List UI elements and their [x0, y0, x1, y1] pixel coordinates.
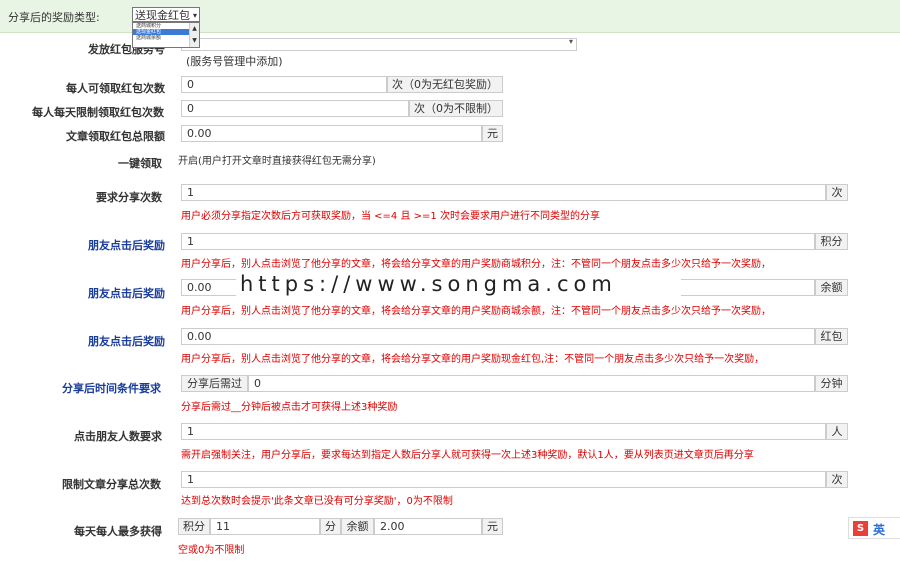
- dropdown-scrollbar[interactable]: ▲ ▼: [189, 23, 199, 47]
- per-day-unit: 次（0为不限制）: [409, 100, 503, 117]
- total-limit-unit: 元: [482, 125, 503, 142]
- click-redpack-hint: 用户分享后，别人点击浏览了他分享的文章，将会给分享文章的用户奖励现金红包,注：不…: [181, 354, 765, 365]
- watermark-text: https://www.songma.com: [240, 272, 617, 296]
- click-balance-hint: 用户分享后，别人点击浏览了他分享的文章，将会给分享文章的用户奖励商城余额，注：不…: [181, 306, 771, 317]
- share-times-unit: 次: [826, 184, 848, 201]
- time-cond-hint: 分享后需过__分钟后被点击才可获得上述3种奖励: [181, 402, 398, 413]
- daily-max-label: 每天每人最多获得: [74, 525, 162, 538]
- daily-max-points-input[interactable]: 11: [210, 518, 320, 535]
- chevron-down-icon: ▾: [568, 37, 573, 46]
- friend-count-input[interactable]: 1: [181, 423, 826, 440]
- click-redpack-input[interactable]: 0.00: [181, 328, 815, 345]
- share-total-label: 限制文章分享总次数: [62, 478, 161, 491]
- daily-max-points-unit: 分: [320, 518, 341, 535]
- click-balance-unit: 余额: [815, 279, 848, 296]
- share-times-input[interactable]: 1: [181, 184, 826, 201]
- reward-type-dropdown[interactable]: 送商城积分 送现金红包 送商城余额 ▲ ▼: [132, 22, 200, 48]
- click-points-label: 朋友点击后奖励: [88, 239, 165, 252]
- per-person-label: 每人可领取红包次数: [66, 82, 165, 95]
- chevron-down-icon: ▾: [192, 11, 197, 20]
- friend-count-unit: 人: [826, 423, 848, 440]
- ime-indicator[interactable]: S 英: [848, 517, 900, 539]
- share-times-hint: 用户必须分享指定次数后方可获取奖励，当 <=4 且 >=1 次时会要求用户进行不…: [181, 211, 600, 222]
- daily-max-balance-input[interactable]: 2.00: [374, 518, 482, 535]
- one-click-toggle[interactable]: 开启(用户打开文章时直接获得红包无需分享): [178, 152, 376, 167]
- time-cond-prefix: 分享后需过: [181, 375, 248, 392]
- click-balance-label: 朋友点击后奖励: [88, 287, 165, 300]
- one-click-label: 一键领取: [118, 157, 162, 170]
- share-total-hint: 达到总次数时会提示'此条文章已没有可分享奖励'，0为不限制: [181, 496, 453, 507]
- friend-count-label: 点击朋友人数要求: [74, 430, 162, 443]
- reward-type-select[interactable]: 送现金红包 ▾: [132, 7, 200, 22]
- ime-language: 英: [873, 523, 886, 537]
- daily-max-balance-unit: 元: [482, 518, 503, 535]
- daily-max-balance-label: 余额: [341, 518, 374, 535]
- time-cond-label: 分享后时间条件要求: [62, 382, 161, 395]
- click-points-input[interactable]: 1: [181, 233, 815, 250]
- time-cond-input[interactable]: 0: [248, 375, 815, 392]
- per-person-input[interactable]: 0: [181, 76, 387, 93]
- send-account-select[interactable]: ▾: [181, 37, 577, 51]
- send-account-note: (服务号管理中添加): [186, 55, 283, 68]
- total-limit-label: 文章领取红包总限额: [66, 130, 165, 143]
- friend-count-hint: 需开启强制关注，用户分享后，要求每达到指定人数后分享人就可获得一次上述3种奖励，…: [181, 450, 754, 461]
- reward-type-select-value: 送现金红包: [135, 9, 190, 22]
- daily-max-points-label: 积分: [178, 518, 210, 535]
- share-times-label: 要求分享次数: [96, 191, 162, 204]
- per-day-input[interactable]: 0: [181, 100, 409, 117]
- click-redpack-unit: 红包: [815, 328, 848, 345]
- reward-type-label: 分享后的奖励类型:: [8, 11, 100, 24]
- ime-logo-icon: S: [853, 521, 868, 536]
- daily-max-hint: 空或0为不限制: [178, 545, 245, 556]
- per-day-label: 每人每天限制领取红包次数: [32, 106, 164, 119]
- click-points-unit: 积分: [815, 233, 848, 250]
- per-person-unit: 次（0为无红包奖励）: [387, 76, 503, 93]
- time-cond-unit: 分钟: [815, 375, 848, 392]
- share-total-input[interactable]: 1: [181, 471, 826, 488]
- total-limit-input[interactable]: 0.00: [181, 125, 482, 142]
- share-total-unit: 次: [826, 471, 848, 488]
- click-redpack-label: 朋友点击后奖励: [88, 335, 165, 348]
